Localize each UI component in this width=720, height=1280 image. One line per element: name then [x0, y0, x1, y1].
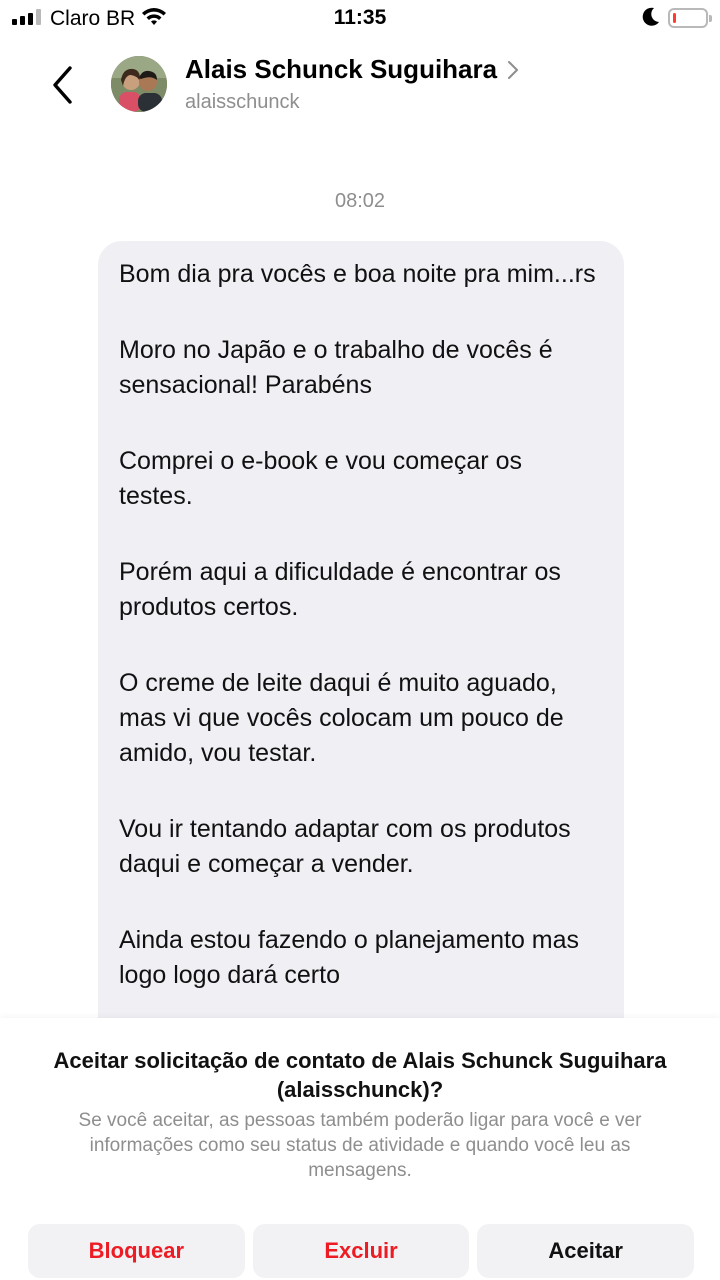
delete-button[interactable]: Excluir: [252, 1224, 470, 1278]
avatar[interactable]: [111, 56, 167, 112]
request-actions: Bloquear Excluir Aceitar: [28, 1224, 695, 1278]
message-paragraph: Bom dia pra vocês e boa noite pra mim...…: [119, 260, 596, 288]
conversation-header: Alais Schunck Suguihara alaisschunck: [0, 38, 720, 138]
status-bar: Claro BR 11:35: [0, 0, 720, 38]
message-paragraph: Comprei o e-book e vou começar os testes…: [119, 447, 522, 510]
message-request-panel: Aceitar solicitação de contato de Alais …: [0, 1018, 720, 1280]
message-bubble[interactable]: Bom dia pra vocês e boa noite pra mim...…: [98, 241, 624, 1061]
chevron-left-icon: [53, 66, 72, 104]
do-not-disturb-moon-icon: [642, 7, 660, 32]
message-paragraph: Vou ir tentando adaptar com os produtos …: [119, 815, 571, 878]
request-title: Aceitar solicitação de contato de Alais …: [53, 1048, 667, 1102]
back-button[interactable]: [40, 60, 84, 110]
message-timestamp: 08:02: [334, 190, 386, 212]
profile-handle: alaisschunck: [185, 91, 300, 113]
message-paragraph: O creme de leite daqui é muito aguado, m…: [119, 669, 564, 767]
battery-icon: [668, 8, 712, 28]
block-button[interactable]: Bloquear: [28, 1224, 245, 1278]
profile-name: Alais Schunck Suguihara: [185, 54, 498, 84]
message-paragraph: Ainda estou fazendo o planejamento mas l…: [119, 926, 580, 989]
accept-button[interactable]: Aceitar: [477, 1224, 695, 1278]
battery-level: [673, 13, 676, 23]
profile-link[interactable]: Alais Schunck Suguihara: [185, 54, 519, 85]
request-description: Se você aceitar, as pessoas também poder…: [78, 1110, 642, 1181]
status-time: 11:35: [333, 6, 387, 29]
message-paragraph: Moro no Japão e o trabalho de vocês é se…: [119, 336, 553, 399]
message-paragraph: Porém aqui a dificuldade é encontrar os …: [119, 558, 561, 621]
chevron-right-icon: [508, 60, 519, 79]
